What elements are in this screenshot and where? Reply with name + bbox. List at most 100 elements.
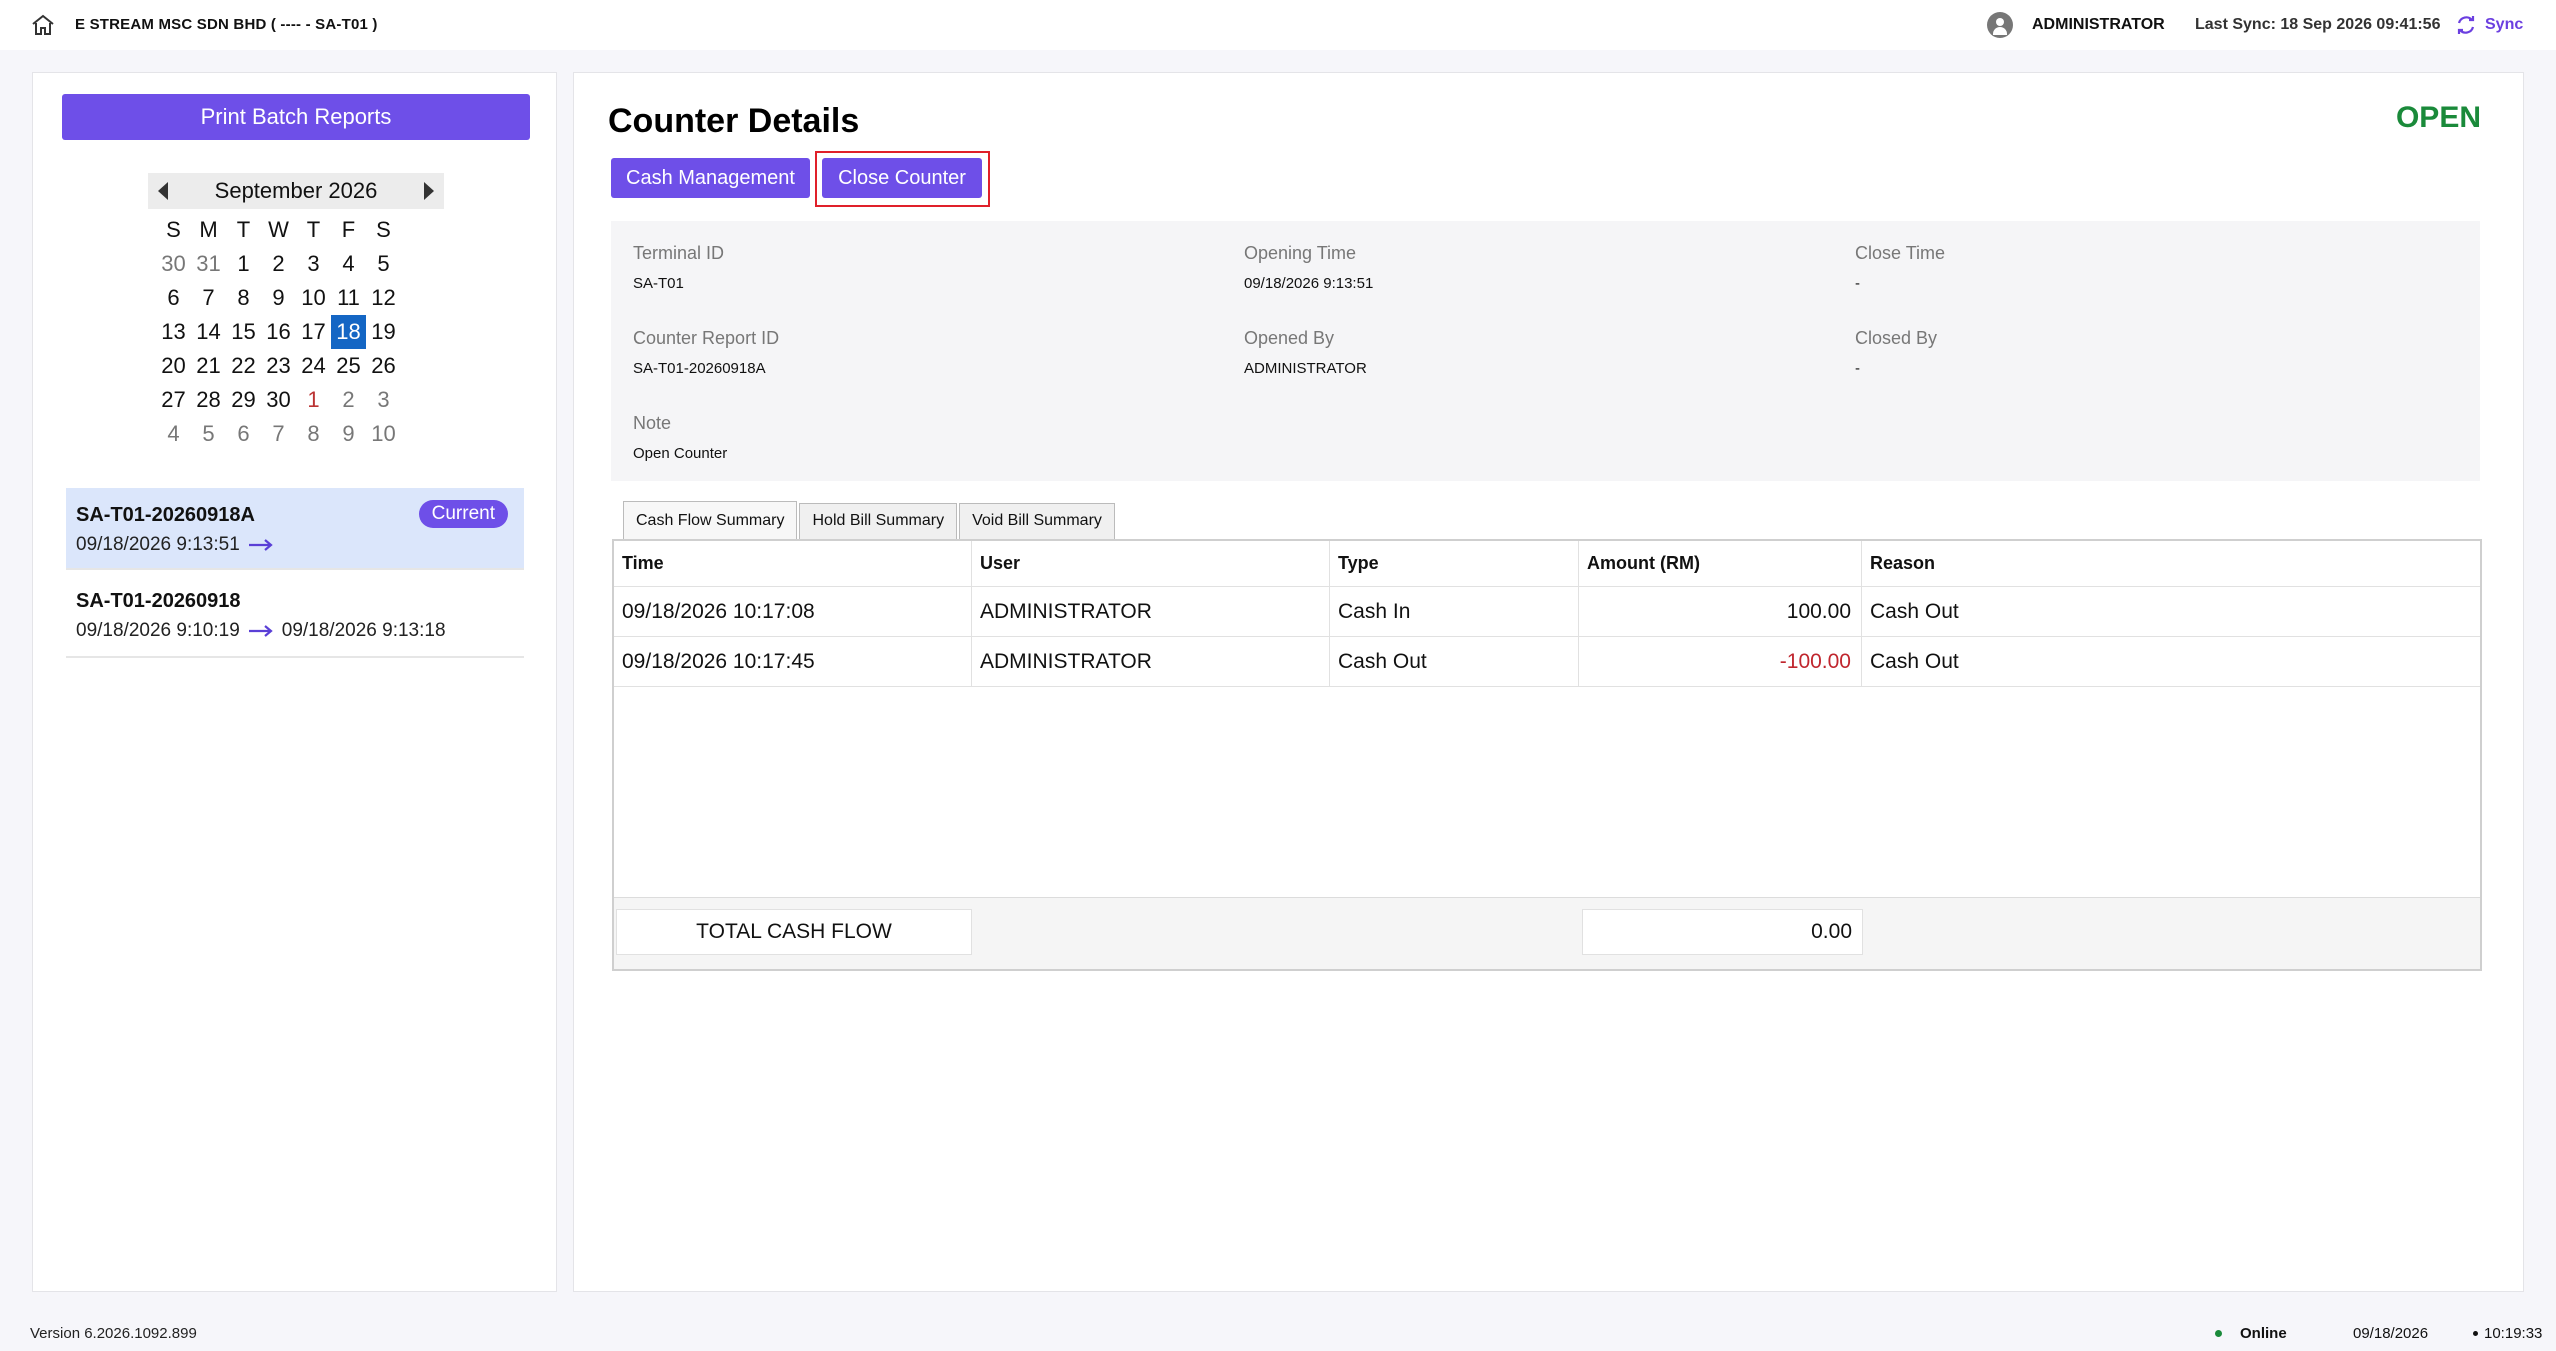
calendar-day[interactable]: 27	[156, 383, 191, 417]
calendar-day[interactable]: 4	[156, 417, 191, 451]
cell-amount: -100.00	[1579, 637, 1862, 686]
terminal-id-value: SA-T01	[633, 275, 684, 292]
print-batch-reports-button[interactable]: Print Batch Reports	[62, 94, 530, 140]
close-time-label: Close Time	[1855, 243, 1946, 263]
opened-by-value: ADMINISTRATOR	[1244, 360, 1367, 377]
cash-flow-table: Time User Type Amount (RM) Reason 09/18/…	[612, 539, 2482, 971]
calendar-day[interactable]: 7	[261, 417, 296, 451]
counter-status: OPEN	[2395, 101, 2481, 134]
session-item[interactable]: SA-T01-20260918 09/18/2026 9:10:19 09/18…	[66, 574, 524, 658]
calendar-day[interactable]: 14	[191, 315, 226, 349]
calendar-day[interactable]: 5	[366, 247, 401, 281]
calendar-day[interactable]: 3	[296, 247, 331, 281]
calendar-day[interactable]: 30	[156, 247, 191, 281]
calendar-day[interactable]: 29	[226, 383, 261, 417]
cash-management-button[interactable]: Cash Management	[611, 158, 810, 198]
calendar-day[interactable]: 23	[261, 349, 296, 383]
tab-hold-bill-summary[interactable]: Hold Bill Summary	[799, 503, 958, 539]
close-counter-button[interactable]: Close Counter	[822, 158, 982, 198]
calendar-month-title: September 2026	[214, 178, 378, 203]
calendar-grid: S M T W T F S 30 31 1 2 3 4 5 6 7 8 9 10…	[156, 213, 444, 451]
calendar-day[interactable]: 12	[366, 281, 401, 315]
calendar-day[interactable]: 9	[331, 417, 366, 451]
tab-void-bill-summary[interactable]: Void Bill Summary	[959, 503, 1115, 539]
calendar-day[interactable]: 17	[296, 315, 331, 349]
cell-time: 09/18/2026 10:17:08	[614, 587, 972, 636]
opening-time-label: Opening Time	[1244, 243, 1357, 263]
column-header-type[interactable]: Type	[1330, 541, 1579, 586]
note-value: Open Counter	[633, 445, 728, 462]
user-name[interactable]: ADMINISTRATOR	[2032, 16, 2165, 34]
counter-details-panel: Counter Details OPEN Cash Management Clo…	[573, 72, 2524, 1292]
online-status: Online	[2240, 1325, 2287, 1342]
session-item[interactable]: SA-T01-20260918A Current 09/18/2026 9:13…	[66, 488, 524, 570]
home-icon[interactable]	[30, 13, 56, 37]
session-list: SA-T01-20260918A Current 09/18/2026 9:13…	[66, 488, 524, 658]
calendar-day[interactable]: 19	[366, 315, 401, 349]
sync-button[interactable]: Sync	[2455, 12, 2523, 38]
arrow-right-icon	[248, 539, 273, 551]
calendar-day[interactable]: 6	[156, 281, 191, 315]
tab-cash-flow-summary[interactable]: Cash Flow Summary	[623, 501, 798, 539]
calendar-day[interactable]: 2	[331, 383, 366, 417]
table-row[interactable]: 09/18/2026 10:17:45 ADMINISTRATOR Cash O…	[614, 637, 2480, 687]
cell-amount: 100.00	[1579, 587, 1862, 636]
column-header-amount[interactable]: Amount (RM)	[1579, 541, 1862, 586]
calendar-day[interactable]: 25	[331, 349, 366, 383]
calendar-day[interactable]: 10	[366, 417, 401, 451]
previous-month-icon[interactable]	[158, 182, 168, 200]
opened-by-label: Opened By	[1244, 328, 1335, 348]
weekday-label: S	[376, 217, 391, 242]
calendar-day[interactable]: 6	[226, 417, 261, 451]
calendar-day[interactable]: 22	[226, 349, 261, 383]
calendar-day[interactable]: 8	[296, 417, 331, 451]
counter-report-id-label: Counter Report ID	[633, 328, 780, 348]
calendar-day[interactable]: 5	[191, 417, 226, 451]
closed-by-label: Closed By	[1855, 328, 1938, 348]
session-id: SA-T01-20260918	[76, 590, 241, 612]
company-name: E STREAM MSC SDN BHD ( ---- - SA-T01 )	[75, 16, 378, 33]
top-bar: E STREAM MSC SDN BHD ( ---- - SA-T01 ) A…	[0, 0, 2556, 50]
counter-sidebar: Print Batch Reports September 2026 S M T…	[32, 72, 557, 1292]
counter-info: Terminal ID SA-T01 Opening Time 09/18/20…	[611, 221, 2480, 481]
total-cash-flow-label: TOTAL CASH FLOW	[616, 909, 972, 955]
calendar-day[interactable]: 21	[191, 349, 226, 383]
cell-type: Cash In	[1330, 587, 1579, 636]
calendar: September 2026 S M T W T F S 30 31 1 2 3…	[148, 173, 444, 451]
calendar-day[interactable]: 2	[261, 247, 296, 281]
calendar-day[interactable]: 7	[191, 281, 226, 315]
cell-user: ADMINISTRATOR	[972, 637, 1330, 686]
table-footer: TOTAL CASH FLOW 0.00	[614, 897, 2480, 969]
current-badge: Current	[418, 500, 508, 528]
calendar-day-selected[interactable]: 18	[331, 315, 366, 349]
calendar-day[interactable]: 10	[296, 281, 331, 315]
calendar-day[interactable]: 24	[296, 349, 331, 383]
column-header-time[interactable]: Time	[614, 541, 972, 586]
session-time-range: 09/18/2026 9:10:19 09/18/2026 9:13:18	[76, 620, 446, 642]
table-row[interactable]: 09/18/2026 10:17:08 ADMINISTRATOR Cash I…	[614, 587, 2480, 637]
calendar-day[interactable]: 13	[156, 315, 191, 349]
calendar-day[interactable]: 16	[261, 315, 296, 349]
calendar-day[interactable]: 11	[331, 281, 366, 315]
next-month-icon[interactable]	[423, 182, 434, 200]
column-header-reason[interactable]: Reason	[1862, 541, 2480, 586]
calendar-day[interactable]: 1	[296, 383, 331, 417]
calendar-day[interactable]: 4	[331, 247, 366, 281]
column-header-user[interactable]: User	[972, 541, 1330, 586]
calendar-day[interactable]: 15	[226, 315, 261, 349]
cell-user: ADMINISTRATOR	[972, 587, 1330, 636]
calendar-day[interactable]: 31	[191, 247, 226, 281]
calendar-day[interactable]: 3	[366, 383, 401, 417]
cell-type: Cash Out	[1330, 637, 1579, 686]
calendar-header: September 2026	[148, 173, 444, 209]
calendar-day[interactable]: 26	[366, 349, 401, 383]
calendar-day[interactable]: 28	[191, 383, 226, 417]
cell-time: 09/18/2026 10:17:45	[614, 637, 972, 686]
calendar-day[interactable]: 30	[261, 383, 296, 417]
calendar-day[interactable]: 8	[226, 281, 261, 315]
user-avatar-icon[interactable]	[1987, 12, 2013, 38]
version-text: Version 6.2026.1092.899	[30, 1325, 197, 1342]
calendar-day[interactable]: 20	[156, 349, 191, 383]
calendar-day[interactable]: 9	[261, 281, 296, 315]
calendar-day[interactable]: 1	[226, 247, 261, 281]
